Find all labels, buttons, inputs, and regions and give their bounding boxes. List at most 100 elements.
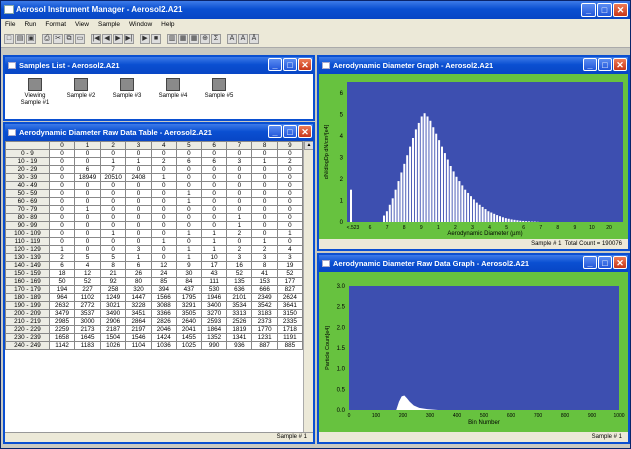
row-header[interactable]: 180 - 189 [5,293,50,302]
table-cell[interactable]: 1231 [251,333,278,342]
table-cell[interactable]: 0 [125,213,152,222]
table-cell[interactable]: 0 [125,237,152,246]
row-header[interactable]: 100 - 109 [5,229,50,238]
table-cell[interactable]: 0 [74,221,101,230]
table-cell[interactable]: 1 [251,237,278,246]
table-cell[interactable]: 1455 [175,333,203,342]
table-cell[interactable]: 0 [150,165,177,174]
table-cell[interactable]: 0 [48,149,76,158]
table-cell[interactable]: 0 [175,213,203,222]
table-cell[interactable]: 320 [125,285,152,294]
table-cell[interactable]: 1 [175,197,203,206]
table-cell[interactable]: 1 [150,173,177,182]
table-cell[interactable]: 885 [276,341,303,350]
table-cell[interactable]: 0 [48,173,76,182]
table-cell[interactable]: 1658 [48,333,76,342]
table-cell[interactable]: 1 [74,205,101,214]
table-cell[interactable]: 1 [125,253,152,262]
table-cell[interactable]: 0 [74,197,101,206]
table-cell[interactable]: 0 [74,181,101,190]
table-cell[interactable]: 1104 [125,341,152,350]
table-cell[interactable]: 0 [48,181,76,190]
table-cell[interactable]: 1 [201,245,228,254]
table-cell[interactable]: 3183 [251,309,278,318]
table-cell[interactable]: 964 [48,293,76,302]
table-cell[interactable]: 0 [276,189,303,198]
table-cell[interactable]: 0 [99,237,127,246]
table-cell[interactable]: 0 [276,221,303,230]
table-cell[interactable]: 30 [175,269,203,278]
row-header[interactable]: 220 - 229 [5,325,50,334]
table-cell[interactable]: 1249 [99,293,127,302]
table-cell[interactable]: 2173 [74,325,101,334]
table-cell[interactable]: 1 [125,157,152,166]
table-cell[interactable]: 437 [175,285,203,294]
table-cell[interactable]: 3 [251,253,278,262]
table-cell[interactable]: 1 [99,229,127,238]
table-cell[interactable]: 43 [201,269,228,278]
table-cell[interactable]: 5 [74,253,101,262]
table-cell[interactable]: 0 [276,181,303,190]
table-cell[interactable]: 0 [150,205,177,214]
table-cell[interactable]: 1770 [251,325,278,334]
table-cell[interactable]: 8 [251,261,278,270]
table-cell[interactable]: 3537 [74,309,101,318]
table-cell[interactable]: 1946 [201,293,228,302]
table-cell[interactable]: 0 [276,237,303,246]
table-cell[interactable]: 258 [99,285,127,294]
sample-item-4[interactable]: Sample #4 [153,78,193,115]
row-header[interactable]: 90 - 99 [5,221,50,230]
table-cell[interactable]: 2640 [175,317,203,326]
table-cell[interactable]: 1504 [99,333,127,342]
row-header[interactable]: 50 - 59 [5,189,50,198]
table-cell[interactable]: 0 [150,181,177,190]
table-cell[interactable]: 2826 [150,317,177,326]
table-cell[interactable]: 177 [276,277,303,286]
table-cell[interactable]: 1 [99,157,127,166]
vertical-scrollbar[interactable]: ▲ [303,141,313,432]
row-header[interactable]: 30 - 39 [5,173,50,182]
table-cell[interactable]: 3088 [150,301,177,310]
table-cell[interactable]: 3451 [125,309,152,318]
table-cell[interactable]: 0 [201,173,228,182]
table-cell[interactable]: 0 [150,245,177,254]
table-cell[interactable]: 1025 [175,341,203,350]
row-header[interactable]: 200 - 209 [5,309,50,318]
table-cell[interactable]: 936 [226,341,253,350]
new-icon[interactable]: □ [4,34,14,44]
row-header[interactable]: 10 - 19 [5,157,50,166]
table-cell[interactable]: 6 [74,165,101,174]
row-header[interactable]: 140 - 149 [5,261,50,270]
table-cell[interactable]: 9 [175,261,203,270]
stats-icon[interactable]: Σ [211,34,221,44]
table-cell[interactable]: 3479 [48,309,76,318]
save-icon[interactable]: ▣ [26,34,36,44]
table-cell[interactable]: 0 [226,181,253,190]
table-cell[interactable]: 2187 [99,325,127,334]
table-cell[interactable]: 3000 [74,317,101,326]
table-cell[interactable]: 0 [276,205,303,214]
table-cell[interactable]: 3150 [276,309,303,318]
table-cell[interactable]: 0 [48,221,76,230]
table-cell[interactable]: 0 [150,197,177,206]
table-cell[interactable]: 0 [150,149,177,158]
table-cell[interactable]: 41 [251,269,278,278]
table-cell[interactable]: 3 [276,253,303,262]
sample-item-3[interactable]: Sample #3 [107,78,147,115]
zoom-icon[interactable]: ⊕ [200,34,210,44]
table-cell[interactable]: 394 [150,285,177,294]
table-cell[interactable]: 1 [48,245,76,254]
table-cell[interactable]: 1341 [226,333,253,342]
table-cell[interactable]: 2041 [175,325,203,334]
minimize-button[interactable]: _ [581,3,596,17]
table-cell[interactable]: 2 [251,245,278,254]
row-header[interactable]: 190 - 199 [5,301,50,310]
menu-sample[interactable]: Sample [98,19,120,31]
table-cell[interactable]: 0 [125,229,152,238]
table-cell[interactable]: 2101 [226,293,253,302]
table-cell[interactable]: 52 [74,277,101,286]
table-cell[interactable]: 2526 [226,317,253,326]
minimize-button[interactable]: _ [583,58,597,71]
table-cell[interactable]: 3366 [150,309,177,318]
table-cell[interactable]: 16 [226,261,253,270]
